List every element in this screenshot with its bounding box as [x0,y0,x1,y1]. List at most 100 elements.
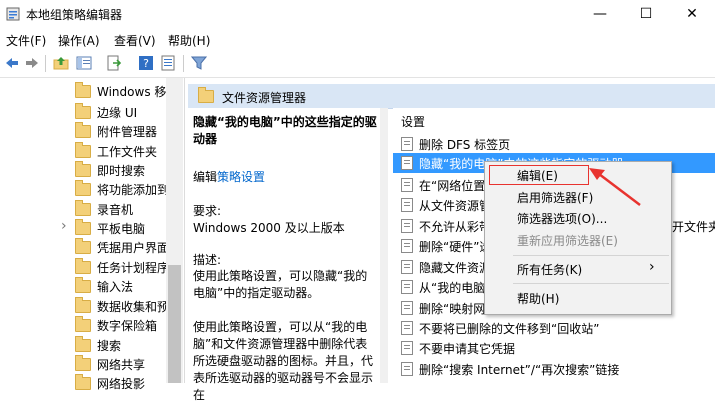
policy-icon [401,239,413,253]
policy-icon [401,156,413,170]
folder-icon [75,161,91,177]
tree-item[interactable]: 将功能添加到 [75,179,169,200]
tree-item-label: Windows 移 [97,85,167,99]
show-tree-icon[interactable] [76,55,92,71]
tree-item[interactable]: 搜索 [75,335,121,356]
content-header: 文件资源管理器 [188,84,715,109]
folder-icon [75,200,91,216]
tree-item-label: 数字保险箱 [97,319,158,333]
forward-icon[interactable] [24,55,40,71]
menu-view[interactable]: 查看(V) [114,32,156,49]
folder-icon [75,258,91,274]
maximize-button[interactable]: ☐ [623,0,669,28]
context-reapply-filter: 重新应用筛选器(E) [517,233,618,248]
list-item[interactable]: 不要将已删除的文件移到“回收站” [393,318,715,338]
settings-column-header[interactable]: 设置 [401,113,425,130]
folder-icon [75,277,91,293]
tree-item[interactable]: 网络投影 [75,373,145,394]
context-enable-filter[interactable]: 启用筛选器(F) [517,187,593,207]
requirements-label: 要求: [193,204,222,218]
close-button[interactable]: ✕ [669,0,715,28]
policy-icon [401,321,413,335]
svg-text:?: ? [143,57,149,70]
export-list-icon[interactable] [106,55,122,71]
up-folder-icon[interactable] [53,55,69,71]
menu-help[interactable]: 帮助(H) [168,32,210,49]
description-label: 描述: [193,253,222,267]
description-text: 使用此策略设置，可以隐藏“我的电脑”中的指定驱动器。 [193,269,368,300]
edit-label: 编辑 [193,170,218,184]
tree-item[interactable]: 凭据用户界面 [75,237,169,258]
tree-item-label: 数据收集和预 [97,300,170,314]
context-filter-options[interactable]: 筛选器选项(O)... [517,208,607,228]
folder-icon [75,316,91,332]
tree-scrollbar-thumb[interactable] [168,265,181,383]
filter-icon[interactable] [191,55,207,71]
list-item[interactable]: 删除“搜索 Internet”/“再次搜索”链接 [393,359,715,379]
tree-item[interactable]: 边缘 UI [75,102,137,123]
folder-icon [75,122,91,138]
tree-item-label: 工作文件夹 [97,145,158,159]
policy-settings-link[interactable]: 策略设置 [217,170,265,184]
tree-expand-icon[interactable]: › [61,218,67,234]
policy-icon [401,198,413,212]
tree-item-label: 凭据用户界面 [97,241,170,255]
tree-item[interactable]: 平板电脑 [75,218,145,239]
back-icon[interactable] [4,55,20,71]
annotation-arrow-icon [589,168,641,206]
list-item-label: 从“我的电脑” [419,280,492,295]
context-edit[interactable]: 编辑(E) [517,165,558,185]
tree-item[interactable]: 附件管理器 [75,121,157,142]
tree-item[interactable]: 数字保险箱 [75,315,157,336]
policy-icon [401,178,413,192]
tree-item-label: 即时搜索 [97,164,146,178]
tree-item[interactable]: 录音机 [75,199,133,220]
tree-item[interactable]: 即时搜索 [75,160,145,181]
edit-policy-line: 编辑策略设置 [193,168,265,185]
tree-item-label: 将功能添加到 [97,183,170,197]
tree-item[interactable]: 任务计划程序 [75,257,169,278]
tree-item[interactable]: 网络共享 [75,354,145,375]
tree-item-label: 输入法 [97,280,134,294]
policy-icon [401,362,413,376]
list-item[interactable]: 删除 DFS 标签页 [393,134,715,154]
description-text-more: 使用此策略设置，可以从“我的电脑”和文件资源管理器中删除代表所选硬盘驱动器的图标… [193,320,374,402]
menu-action[interactable]: 操作(A) [58,32,100,49]
tree-item-label: 平板电脑 [97,222,146,236]
folder-icon [75,336,91,352]
tree-item-label: 网络共享 [97,358,146,372]
toolbar-divider [45,55,46,72]
help-icon[interactable]: ? [138,55,154,71]
description-scrollbar[interactable] [380,108,388,383]
policy-icon [401,137,413,151]
toolbar-divider [183,55,184,72]
tree-list: Windows 移 边缘 UI 附件管理器 工作文件夹 即时搜索 将功能添加到 … [0,78,169,391]
tree-item-label: 任务计划程序 [97,261,170,275]
menu-bar: 文件(F) 操作(A) 查看(V) 帮助(H) [0,28,715,50]
content-header-title: 文件资源管理器 [222,91,307,105]
tree-item[interactable]: Windows 移 [75,81,166,102]
folder-icon [198,87,214,103]
list-item-label: 删除“搜索 Internet”/“再次搜索”链接 [419,362,620,377]
list-item[interactable]: 不要申请其它凭据 [393,338,715,358]
tree-item[interactable]: 数据收集和预 [75,296,169,317]
toolbar: ? [0,50,715,78]
tree-item[interactable]: 工作文件夹 [75,141,157,162]
tree-item-label: 网络投影 [97,377,146,391]
folder-icon [75,82,91,98]
list-item-label: 不要申请其它凭据 [419,341,516,356]
folder-icon [75,219,91,235]
context-help[interactable]: 帮助(H) [517,288,559,308]
list-item-label: 隐藏文件资源 [419,260,492,275]
minimize-button[interactable]: — [577,0,623,28]
policy-icon [401,219,413,233]
menu-file[interactable]: 文件(F) [6,32,46,49]
properties-icon[interactable] [160,55,176,71]
list-item-overflow-text: 开文件夹 [672,220,715,234]
context-divider [513,255,669,256]
context-divider [513,283,669,284]
context-all-tasks[interactable]: 所有任务(K) [517,259,582,279]
policy-icon [401,280,413,294]
folder-icon [75,142,91,158]
tree-item[interactable]: 输入法 [75,276,133,297]
